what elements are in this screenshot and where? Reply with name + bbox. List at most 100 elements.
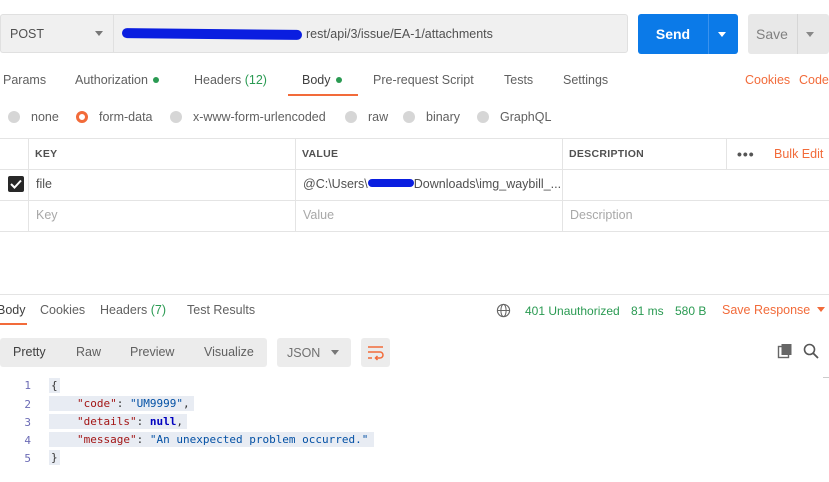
value-placeholder[interactable]: Value <box>303 208 334 222</box>
radio-binary-label: binary <box>426 110 461 124</box>
radio-none[interactable]: none <box>8 110 59 124</box>
redaction-mark <box>367 179 414 187</box>
tab-body[interactable]: Body <box>302 73 342 93</box>
more-options-icon[interactable]: ••• <box>737 146 755 162</box>
line-number: 3 <box>24 416 31 429</box>
status-code[interactable]: 401 Unauthorized <box>525 304 620 318</box>
tab-headers[interactable]: Headers (12) <box>194 73 267 93</box>
checkmark-icon <box>10 179 22 189</box>
send-divider <box>708 14 709 54</box>
table-header-row <box>0 139 829 170</box>
save-response-button[interactable]: Save Response <box>722 303 826 317</box>
url-text: rest/api/3/issue/EA-1/attachments <box>306 26 493 41</box>
column-divider <box>295 138 296 231</box>
response-divider <box>0 294 829 295</box>
code-link[interactable]: Code <box>799 73 829 87</box>
tab-tests-label: Tests <box>504 73 534 87</box>
response-size[interactable]: 580 B <box>675 304 706 318</box>
radio-circle-icon <box>8 111 20 123</box>
format-select[interactable]: JSON <box>277 338 351 367</box>
line-number: 4 <box>24 434 31 447</box>
method-select[interactable]: POST <box>0 14 113 53</box>
response-headers-count: (7) <box>150 303 167 317</box>
column-header-description: DESCRIPTION <box>569 148 645 160</box>
tab-params[interactable]: Params <box>3 73 46 93</box>
param-value-suffix: Downloads\img_waybill_... <box>413 177 562 191</box>
column-divider <box>726 138 727 169</box>
radio-circle-icon <box>477 111 489 123</box>
radio-selected-icon <box>76 111 88 123</box>
column-divider <box>562 138 563 231</box>
chevron-down-icon <box>331 350 339 355</box>
cookies-link[interactable]: Cookies <box>745 73 790 87</box>
radio-raw-label: raw <box>368 110 389 124</box>
param-key[interactable]: file <box>36 177 52 191</box>
radio-urlencoded[interactable]: x-www-form-urlencoded <box>170 110 326 124</box>
send-button[interactable]: Send <box>638 14 738 54</box>
method-label: POST <box>10 26 45 41</box>
url-input[interactable]: rest/api/3/issue/EA-1/attachments <box>113 14 628 53</box>
tab-response-headers-label: Headers <box>100 303 148 317</box>
radio-circle-icon <box>345 111 357 123</box>
description-placeholder[interactable]: Description <box>570 208 633 222</box>
tab-settings-label: Settings <box>563 73 609 87</box>
json-value-message: "An unexpected problem occurred." <box>149 433 369 446</box>
status-dot-icon <box>152 77 159 83</box>
radio-form-data[interactable]: form-data <box>76 110 153 124</box>
tab-test-results[interactable]: Test Results <box>187 303 255 317</box>
row-checkbox[interactable] <box>8 176 24 192</box>
chevron-down-icon <box>817 307 826 312</box>
save-response-label: Save Response <box>722 303 811 317</box>
tab-body-label: Body <box>302 73 331 87</box>
table-row-empty[interactable] <box>0 201 829 232</box>
save-button[interactable]: Save <box>748 14 829 54</box>
tab-prerequest-script[interactable]: Pre-request Script <box>373 73 474 93</box>
save-label: Save <box>756 26 788 42</box>
param-value[interactable]: @C:\Users\ Downloads\img_waybill_... <box>303 177 561 191</box>
key-placeholder[interactable]: Key <box>36 208 58 222</box>
tab-response-body[interactable]: Body <box>0 303 26 317</box>
radio-none-label: none <box>31 110 59 124</box>
view-raw[interactable]: Raw <box>76 345 101 359</box>
tab-tests[interactable]: Tests <box>504 73 533 93</box>
radio-raw[interactable]: raw <box>345 110 388 124</box>
status-dot-icon <box>335 77 342 83</box>
active-tab-indicator <box>288 94 358 96</box>
radio-binary[interactable]: binary <box>403 110 460 124</box>
radio-circle-icon <box>403 111 415 123</box>
tab-prerequest-label: Pre-request Script <box>373 73 474 87</box>
save-options-chevron-icon[interactable] <box>806 32 814 37</box>
save-divider <box>797 14 798 54</box>
response-time[interactable]: 81 ms <box>631 304 664 318</box>
view-pretty[interactable]: Pretty <box>13 345 46 359</box>
tab-response-headers[interactable]: Headers (7) <box>100 303 166 317</box>
radio-circle-icon <box>170 111 182 123</box>
wrap-lines-icon <box>368 346 384 361</box>
radio-graphql-label: GraphQL <box>500 110 552 124</box>
wrap-lines-button[interactable] <box>361 338 390 367</box>
radio-graphql[interactable]: GraphQL <box>477 110 551 124</box>
tab-authorization[interactable]: Authorization <box>75 73 159 93</box>
view-preview[interactable]: Preview <box>130 345 174 359</box>
bulk-edit-link[interactable]: Bulk Edit <box>774 147 823 161</box>
json-key-details: "details" <box>77 415 137 428</box>
send-options-chevron-icon[interactable] <box>718 32 726 37</box>
tab-settings[interactable]: Settings <box>563 73 608 93</box>
code-line: "code": "UM9999", <box>49 396 194 411</box>
view-visualize[interactable]: Visualize <box>204 345 254 359</box>
search-icon[interactable] <box>803 343 819 359</box>
line-number: 2 <box>24 398 31 411</box>
globe-icon[interactable] <box>496 303 511 318</box>
tab-params-label: Params <box>3 73 47 87</box>
code-line: { <box>49 378 60 393</box>
headers-count-badge: (12) <box>244 73 267 87</box>
json-value-code: "UM9999" <box>130 397 183 410</box>
tab-response-cookies[interactable]: Cookies <box>40 303 85 317</box>
radio-form-data-label: form-data <box>99 110 153 124</box>
tab-headers-label: Headers <box>194 73 242 87</box>
copy-icon[interactable] <box>777 343 793 359</box>
send-label: Send <box>655 26 691 42</box>
column-header-value: VALUE <box>302 148 339 160</box>
tab-authorization-label: Authorization <box>75 73 148 87</box>
json-key-code: "code" <box>77 397 117 410</box>
